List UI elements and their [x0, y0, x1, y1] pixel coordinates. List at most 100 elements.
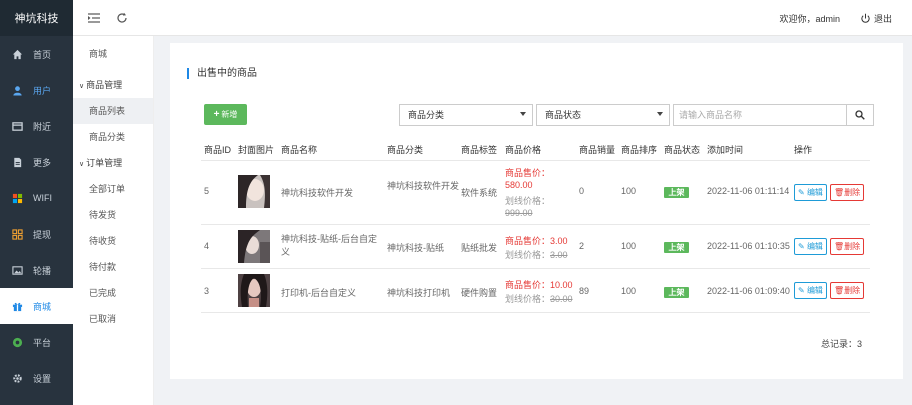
image-icon	[11, 264, 23, 276]
cell-category: 神坑科技软件开发	[387, 181, 460, 191]
sidebar-item-wifi[interactable]: WIFI	[0, 180, 73, 216]
sidebar-item-mall[interactable]: 商城	[0, 288, 73, 324]
cell-sales: 0	[579, 186, 585, 196]
logout-button[interactable]: 退出	[860, 12, 892, 25]
col-price: 商品价格	[505, 145, 542, 155]
trash-icon: 🗑	[834, 286, 845, 295]
cell-name: 打印机-后台自定义	[281, 288, 356, 298]
sidebar-item-settings[interactable]: 设置	[0, 360, 73, 396]
edit-label: 编辑	[806, 242, 823, 251]
submenu-group-orders[interactable]: ∨ 订单管理	[73, 150, 153, 176]
home-icon	[11, 48, 23, 60]
status-select[interactable]: 商品状态	[536, 104, 670, 126]
submenu-item-to-pay[interactable]: 待付款	[73, 254, 153, 280]
welcome-text: 欢迎你，admin	[779, 13, 840, 24]
cell-id: 4	[204, 241, 210, 251]
category-select[interactable]: 商品分类	[399, 104, 533, 126]
submenu-item-goods-category[interactable]: 商品分类	[73, 124, 153, 150]
cell-name: 神坑科技-贴纸-后台自定义	[281, 234, 377, 257]
status-badge: 上架	[664, 242, 689, 253]
add-label: 新增	[221, 110, 238, 119]
cell-tag: 硬件购置	[461, 288, 498, 298]
submenu-title[interactable]: 商城	[73, 36, 153, 72]
cell-tag: 软件系统	[461, 188, 498, 198]
sidebar-item-nearby[interactable]: 附近	[0, 108, 73, 144]
user-icon	[11, 84, 23, 96]
edit-button[interactable]: ✎ 编辑	[794, 282, 827, 299]
submenu-group-goods[interactable]: ∨ 商品管理	[73, 72, 153, 98]
price-value: 10.00	[550, 280, 573, 290]
page-title: 出售中的商品	[187, 68, 257, 79]
delete-button[interactable]: 🗑删除	[830, 238, 865, 255]
sidebar-item-label: 更多	[33, 157, 52, 168]
sidebar-item-carousel[interactable]: 轮播	[0, 252, 73, 288]
cover-image	[238, 230, 270, 263]
cell-sort: 100	[621, 186, 637, 196]
sidebar-item-home[interactable]: 首页	[0, 36, 73, 72]
sidebar-item-label: 商城	[33, 301, 52, 312]
old-price-label: 划线价格：	[505, 294, 551, 304]
cell-category: 神坑科技打印机	[387, 288, 451, 298]
search-button[interactable]	[847, 104, 874, 126]
trash-icon: 🗑	[834, 242, 845, 251]
edit-icon: ✎	[798, 188, 805, 197]
chevron-down-icon: ∨	[79, 161, 85, 168]
sidebar: 神坑科技 首页 用户 附近 更多 WIFI 提现 轮播 商城 平台 设置	[0, 0, 73, 405]
trash-icon: 🗑	[834, 188, 845, 197]
search-input[interactable]	[673, 104, 847, 126]
sidebar-item-more[interactable]: 更多	[0, 144, 73, 180]
caret-down-icon	[520, 112, 526, 116]
submenu-item-to-receive[interactable]: 待收货	[73, 228, 153, 254]
sidebar-item-label: 用户	[33, 85, 52, 96]
app-logo: 神坑科技	[0, 0, 73, 36]
sidebar-item-platform[interactable]: 平台	[0, 324, 73, 360]
cell-id: 5	[204, 186, 210, 196]
col-sort: 商品排序	[621, 145, 658, 155]
add-goods-button[interactable]: + 新增	[204, 104, 247, 125]
col-name: 商品名称	[281, 145, 318, 155]
edit-button[interactable]: ✎ 编辑	[794, 238, 827, 255]
search-icon	[855, 110, 865, 120]
old-price-line: 划线价格：30.00	[505, 292, 573, 305]
old-price-line: 划线价格：3.00	[505, 248, 568, 261]
windows-icon	[11, 192, 23, 204]
chevron-down-icon: ∨	[79, 83, 85, 90]
sidebar-item-withdraw[interactable]: 提现	[0, 216, 73, 252]
menu-toggle-icon[interactable]	[87, 11, 101, 25]
col-id: 商品ID	[204, 145, 232, 155]
table-row: 4 神坑科技-贴纸-后台自定义 神坑科技-贴纸 贴纸批发 商品售价：3.00 划…	[201, 224, 870, 268]
submenu-item-all-orders[interactable]: 全部订单	[73, 176, 153, 202]
edit-icon: ✎	[798, 286, 805, 295]
sidebar-item-label: WIFI	[33, 193, 52, 203]
delete-button[interactable]: 🗑删除	[830, 282, 865, 299]
old-price-label: 划线价格：	[505, 196, 551, 206]
col-category: 商品分类	[387, 145, 424, 155]
price-label: 商品售价：	[505, 236, 551, 246]
delete-label: 删除	[844, 188, 861, 197]
price-label: 商品售价：	[505, 280, 551, 290]
price-value: 3.00	[550, 236, 568, 246]
power-icon	[861, 13, 870, 23]
col-actions: 操作	[794, 145, 813, 155]
sidebar-item-label: 提现	[33, 229, 52, 240]
submenu-item-to-ship[interactable]: 待发货	[73, 202, 153, 228]
submenu-item-cancelled[interactable]: 已取消	[73, 306, 153, 332]
delete-button[interactable]: 🗑删除	[830, 184, 865, 201]
goods-card: 出售中的商品 +新增 商品分类 商品状态 商品ID 封面图片 商品名称 商品分类…	[170, 43, 903, 379]
sidebar-item-user[interactable]: 用户	[0, 72, 73, 108]
edit-button[interactable]: ✎ 编辑	[794, 184, 827, 201]
total-records: 总记录：3	[820, 339, 862, 349]
table-row: 5 神坑科技软件开发 神坑科技软件开发 软件系统 商品售价： 580.00 划线…	[201, 160, 870, 224]
delete-label: 删除	[844, 286, 861, 295]
document-icon	[11, 156, 23, 168]
old-price-value: 3.00	[550, 250, 568, 260]
cell-time: 2022-11-06 01:09:40	[707, 286, 790, 296]
status-badge: 上架	[664, 187, 689, 198]
table-row: 3 打印机-后台自定义 神坑科技打印机 硬件购置 商品售价：10.00 划线价格…	[201, 268, 870, 312]
submenu-item-completed[interactable]: 已完成	[73, 280, 153, 306]
submenu-group-label: 订单管理	[86, 158, 123, 168]
table-header: 商品ID 封面图片 商品名称 商品分类 商品标签 商品价格 商品销量 商品排序 …	[201, 140, 870, 160]
submenu-item-goods-list[interactable]: 商品列表	[73, 98, 153, 124]
refresh-icon[interactable]	[115, 11, 129, 25]
status-badge: 上架	[664, 287, 689, 298]
